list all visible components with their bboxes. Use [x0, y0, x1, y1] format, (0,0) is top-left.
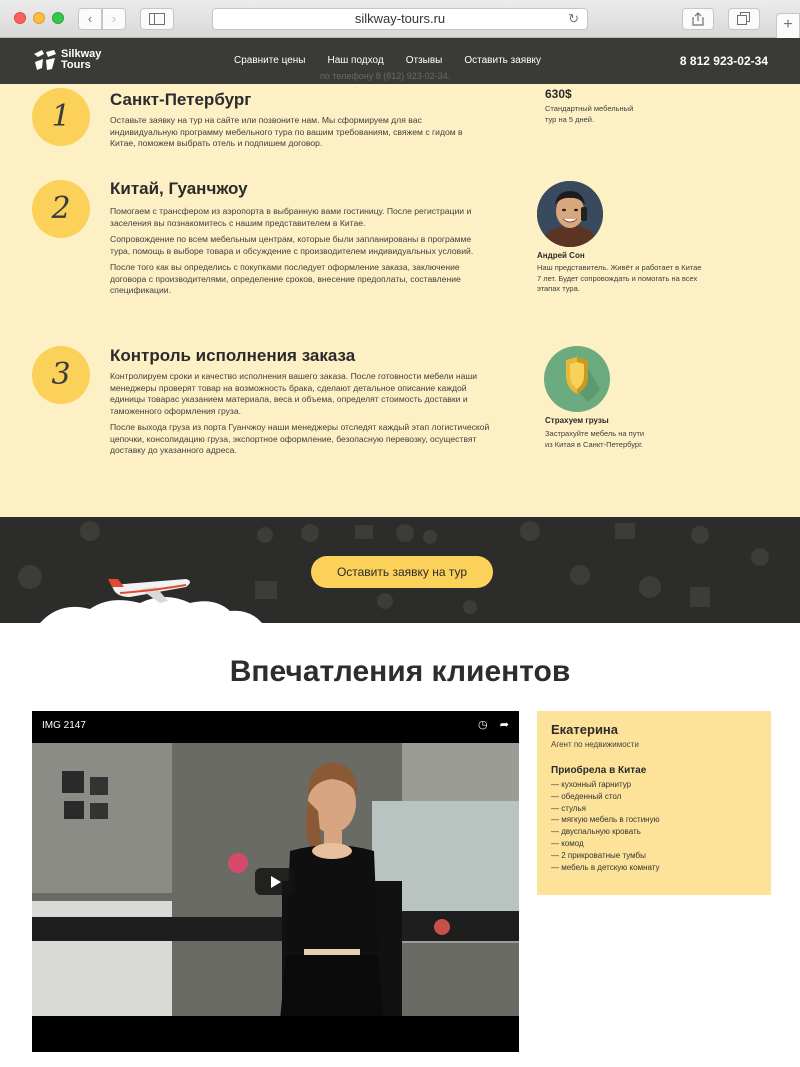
list-item: — кухонный гарнитур	[551, 780, 632, 789]
representative-bio: Наш представитель. Живёт и работает в Ки…	[537, 263, 702, 293]
step-1-title: Санкт-Петербург	[110, 90, 252, 109]
video-actions: ◷ ➦	[478, 718, 509, 731]
step-2-paragraph: Помогаем с трансфером из аэропорта в выб…	[110, 206, 472, 228]
nav-compare-prices[interactable]: Сравните цены	[234, 55, 305, 66]
list-item: — комод	[551, 838, 584, 848]
purchases-list: — кухонный гарнитур — обеденный стол — с…	[551, 779, 757, 873]
url-text: silkway-tours.ru	[354, 11, 446, 26]
tour-price-caption: Стандартный мебельный тур на 5 дней.	[545, 104, 634, 124]
tour-price: 630$	[545, 87, 572, 101]
step-2-text: Помогаем с трансфером из аэропорта в выб…	[110, 206, 490, 302]
tabs-overview-button[interactable]	[728, 8, 760, 30]
list-item: — обеденный стол	[551, 791, 622, 801]
step-1-text: Оставьте заявку на тур на сайте или позв…	[110, 115, 490, 155]
back-button[interactable]: ‹	[78, 8, 102, 30]
sidebar-icon	[149, 13, 165, 25]
nav-our-approach[interactable]: Наш подход	[327, 55, 383, 66]
logo-line-2: Tours	[61, 59, 91, 71]
share-video-icon[interactable]: ➦	[500, 719, 509, 731]
silkway-logo-icon[interactable]	[32, 48, 58, 72]
insurance-text: Застрахуйте мебель на пути из Китая в Са…	[545, 429, 645, 449]
step-3-number: 3	[32, 346, 90, 404]
video-player[interactable]: IMG 2147 ◷ ➦	[32, 711, 519, 1052]
review-card: Екатерина Агент по недвижимости Приобрел…	[537, 711, 771, 895]
close-window-button[interactable]	[14, 12, 26, 24]
leave-request-button[interactable]: Оставить заявку на тур	[311, 556, 493, 588]
steps-section: 1 Санкт-Петербург Оставьте заявку на тур…	[0, 84, 800, 517]
nav-reviews[interactable]: Отзывы	[406, 55, 443, 66]
reviewer-name: Екатерина	[551, 722, 619, 737]
list-item: — мебель в детскую комнату	[551, 862, 660, 872]
video-title: IMG 2147	[42, 720, 86, 731]
purchases-heading: Приобрела в Китае	[551, 765, 647, 776]
step-2-paragraph: После того как вы определись с покупками…	[110, 262, 461, 295]
watch-later-icon[interactable]: ◷	[478, 719, 488, 731]
share-button[interactable]	[682, 8, 714, 30]
header-phone[interactable]: 8 812 923-02-34	[680, 54, 768, 68]
cta-band: Оставить заявку на тур	[0, 517, 800, 623]
insurance-title: Страхуем грузы	[545, 416, 609, 425]
list-item: — 2 прикроватные тумбы	[551, 850, 646, 860]
step-3-text: Контролируем сроки и качество исполнения…	[110, 371, 490, 462]
representative-avatar	[537, 181, 603, 247]
logo-text[interactable]: Silkway Tours	[61, 49, 101, 71]
list-item: — двуспальную кровать	[551, 827, 641, 837]
list-item: — мягкую мебель в гостиную	[551, 815, 660, 825]
step-2-number: 2	[32, 180, 90, 238]
new-tab-button[interactable]: +	[776, 13, 800, 39]
chevron-right-icon: ›	[111, 11, 117, 26]
tabs-icon	[737, 12, 750, 25]
reload-icon[interactable]: ↻	[568, 9, 579, 29]
chevron-left-icon: ‹	[87, 11, 93, 26]
plus-icon: +	[783, 16, 793, 33]
sidebar-button[interactable]	[140, 8, 174, 30]
address-bar[interactable]: silkway-tours.ru ↻	[212, 8, 588, 30]
main-nav: Сравните цены Наш подход Отзывы Оставить…	[234, 55, 541, 66]
zoom-window-button[interactable]	[52, 12, 64, 24]
representative-name: Андрей Сон	[537, 251, 585, 260]
nav-leave-request[interactable]: Оставить заявку	[464, 55, 541, 66]
share-icon	[692, 12, 704, 26]
person-photo-icon	[537, 181, 603, 247]
play-button[interactable]	[255, 868, 295, 895]
step-3-paragraph: Контролируем сроки и качество исполнения…	[110, 371, 478, 416]
step-1-paragraph: Оставьте заявку на тур на сайте или позв…	[110, 115, 463, 148]
step-3-paragraph: После выхода груза из порта Гуанчжоу наш…	[110, 422, 490, 455]
reviews-heading: Впечатления клиентов	[229, 655, 571, 688]
insurance-badge	[544, 346, 610, 412]
minimize-window-button[interactable]	[33, 12, 45, 24]
list-item: — стулья	[551, 803, 586, 813]
step-3-title: Контроль исполнения заказа	[110, 346, 356, 365]
step-2-title: Китай, Гуанчжоу	[110, 179, 248, 198]
site-header: по телефону 8 (812) 923-02-34. Silkway T…	[0, 38, 800, 84]
step-1-number: 1	[32, 88, 90, 146]
faint-phone-text: по телефону 8 (812) 923-02-34.	[320, 71, 451, 81]
step-2-paragraph: Сопровождение по всем мебельным центрам,…	[110, 234, 474, 256]
reviewer-role: Агент по недвижимости	[551, 740, 639, 749]
forward-button[interactable]: ›	[102, 8, 126, 30]
browser-toolbar: ‹ › silkway-tours.ru ↻ +	[0, 0, 800, 39]
shield-icon	[566, 357, 600, 402]
